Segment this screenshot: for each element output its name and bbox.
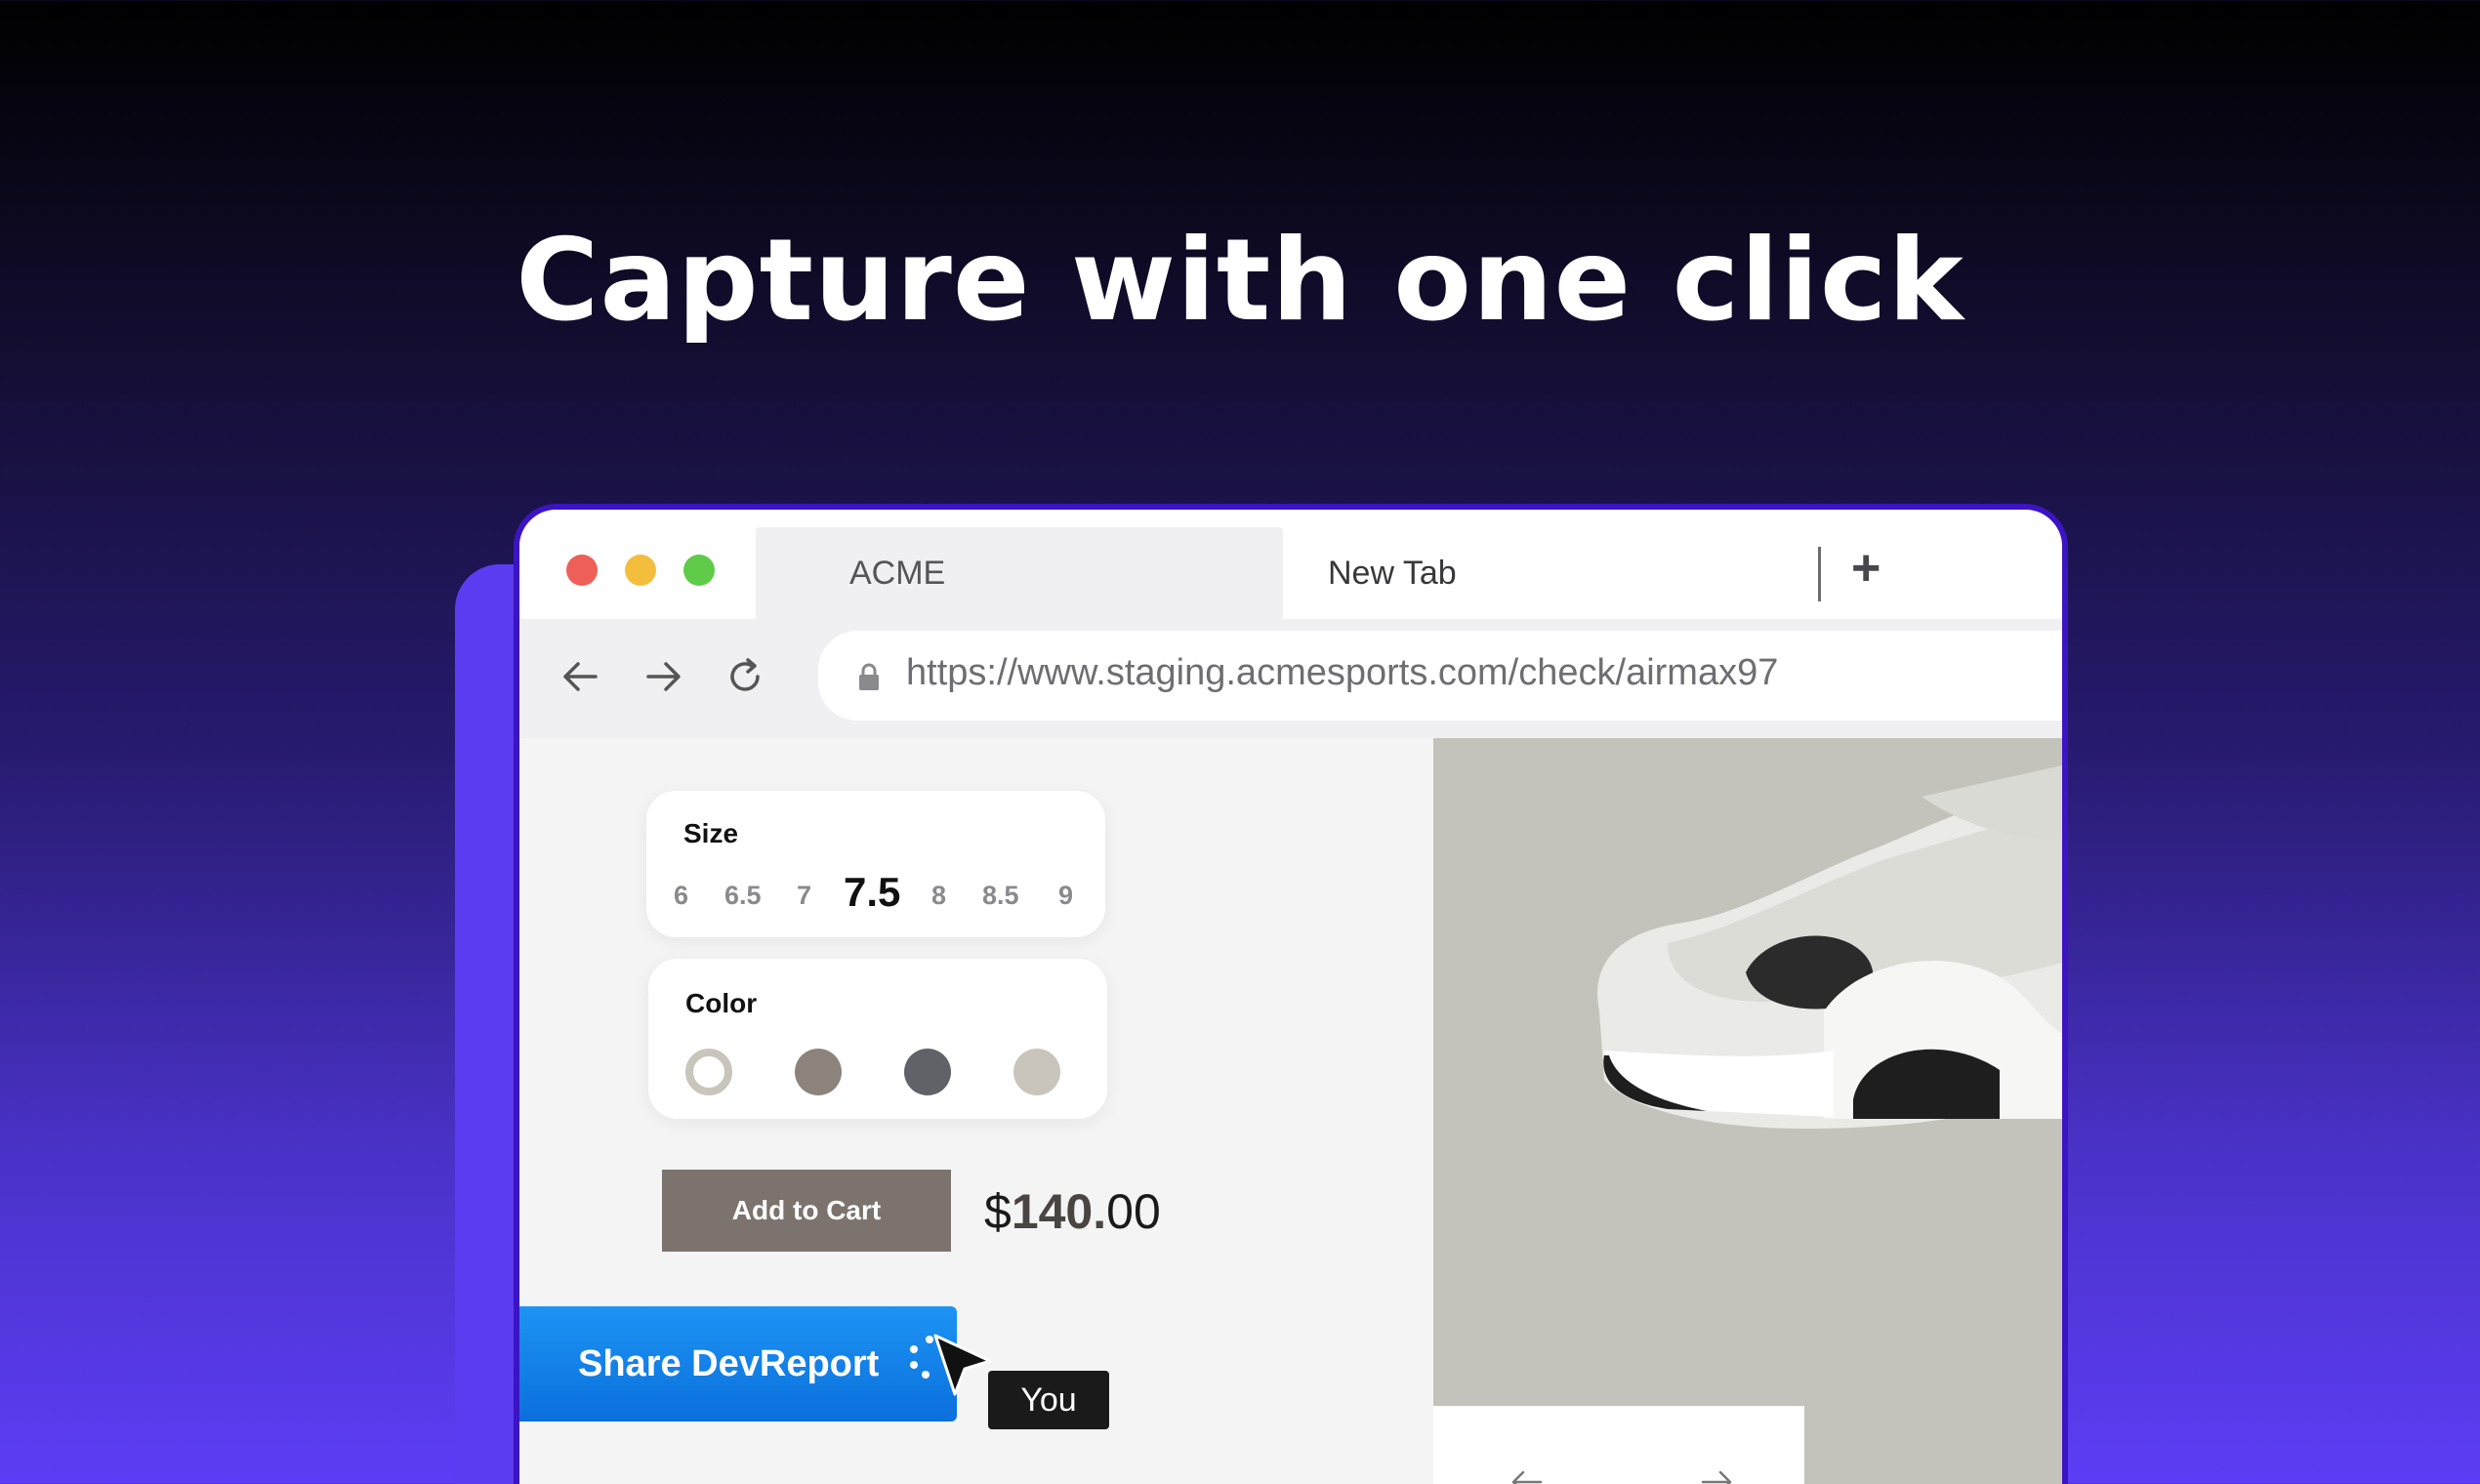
chevron-left-icon[interactable] xyxy=(1508,1463,1547,1484)
size-option[interactable]: 9 xyxy=(1058,881,1073,911)
cursor-user-label: You xyxy=(988,1371,1109,1429)
share-devreport-button[interactable]: Share DevReport xyxy=(519,1306,957,1422)
image-carousel-controls xyxy=(1433,1406,1804,1484)
tab-label: New Tab xyxy=(1328,555,1457,592)
color-title: Color xyxy=(685,988,758,1018)
tab-bar: ACME New Tab + xyxy=(519,510,2062,637)
price-currency: $ xyxy=(984,1184,1012,1239)
price-separator: . xyxy=(1093,1184,1107,1239)
color-swatch[interactable] xyxy=(904,1049,951,1095)
price-whole: 140 xyxy=(1011,1184,1094,1239)
color-selector-card: Color xyxy=(648,959,1107,1119)
chevron-right-icon[interactable] xyxy=(1697,1463,1736,1484)
page-content: Size 6 6.5 7 7.5 8 8.5 9 Color Add to Ca… xyxy=(519,738,2062,1484)
size-option[interactable]: 6.5 xyxy=(724,881,762,911)
color-swatch-selected[interactable] xyxy=(685,1049,732,1095)
color-swatch[interactable] xyxy=(1013,1049,1060,1095)
url-input[interactable]: https://www.staging.acmesports.com/check… xyxy=(818,631,2062,721)
size-option-selected[interactable]: 7.5 xyxy=(844,869,900,916)
product-image-panel xyxy=(1433,738,2062,1484)
reload-icon[interactable] xyxy=(723,654,767,699)
price-cents: 00 xyxy=(1106,1184,1161,1239)
size-option[interactable]: 8.5 xyxy=(982,881,1019,911)
minimize-window-button[interactable] xyxy=(625,555,656,586)
size-option[interactable]: 7 xyxy=(797,881,811,911)
price: $140.00 xyxy=(984,1183,1161,1240)
size-title: Size xyxy=(683,818,739,848)
shoe-image xyxy=(1597,765,2062,1129)
share-devreport-label: Share DevReport xyxy=(578,1342,880,1384)
mouse-cursor-icon xyxy=(933,1334,992,1396)
lock-icon xyxy=(859,663,879,690)
tab-divider xyxy=(1818,547,1821,601)
size-options: 6 6.5 7 7.5 8 8.5 9 xyxy=(674,869,1094,920)
size-selector-card: Size 6 6.5 7 7.5 8 8.5 9 xyxy=(646,791,1105,937)
color-swatch[interactable] xyxy=(795,1049,842,1095)
tab-label: ACME xyxy=(849,555,946,592)
back-arrow-icon[interactable] xyxy=(558,654,603,699)
forward-arrow-icon[interactable] xyxy=(641,654,685,699)
close-window-button[interactable] xyxy=(566,555,598,586)
add-to-cart-button[interactable]: Add to Cart xyxy=(662,1170,951,1252)
address-bar: https://www.staging.acmesports.com/check… xyxy=(519,619,2062,738)
plus-icon[interactable]: + xyxy=(1851,539,1881,598)
url-text: https://www.staging.acmesports.com/check… xyxy=(906,652,1779,693)
size-option[interactable]: 8 xyxy=(931,881,946,911)
size-option[interactable]: 6 xyxy=(674,881,688,911)
browser-window: ACME New Tab + https://www.staging.acmes… xyxy=(514,504,2068,1484)
maximize-window-button[interactable] xyxy=(683,555,715,586)
headline: Capture with one click xyxy=(516,215,1964,347)
